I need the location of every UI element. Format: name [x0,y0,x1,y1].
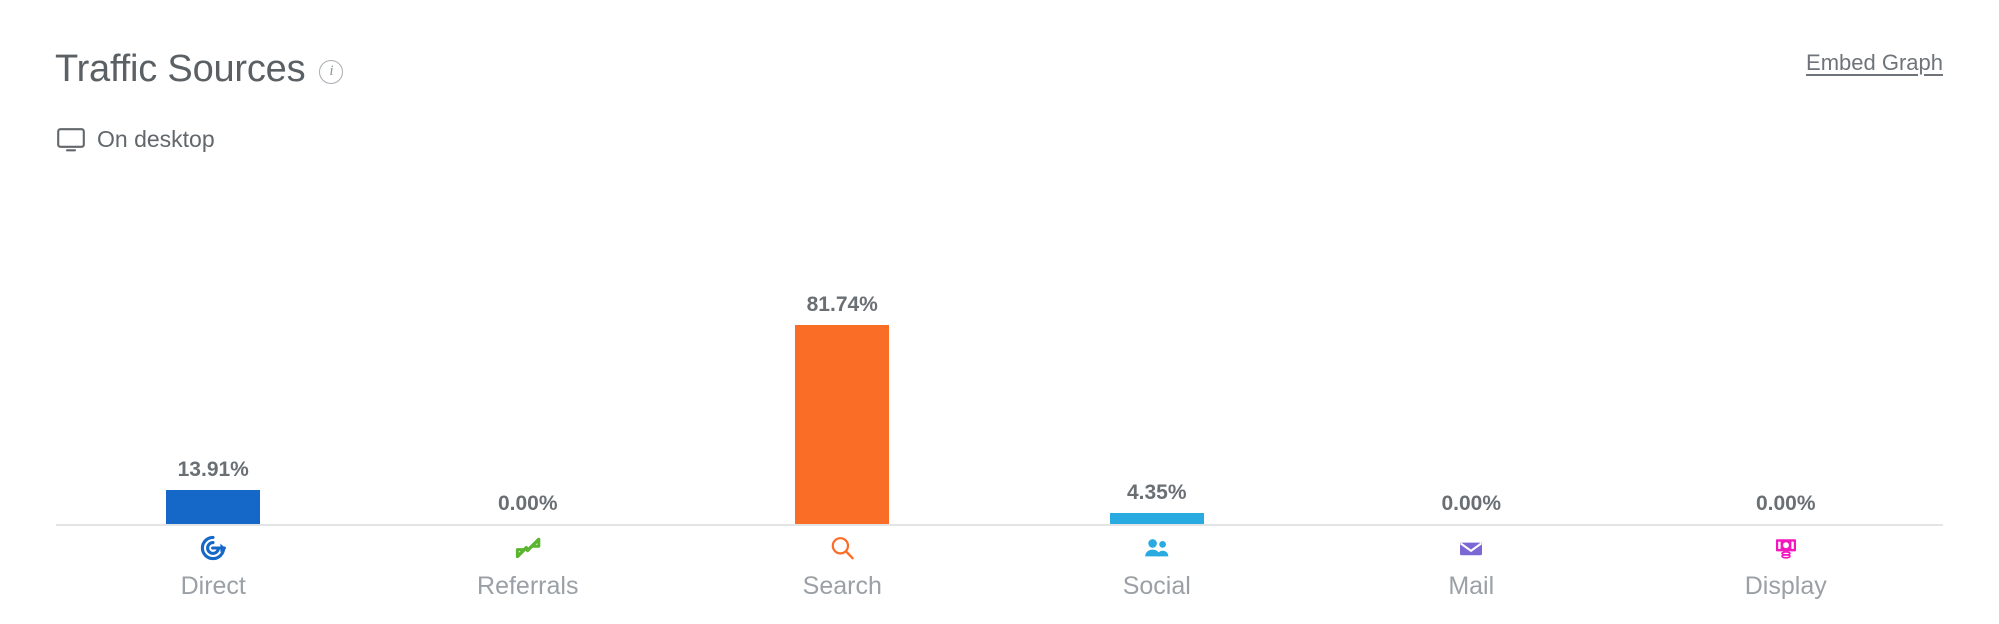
bar-value-mail: 0.00% [1441,492,1502,515]
bar-value-display: 0.00% [1755,492,1816,515]
chart-label-text-referrals: Referrals [477,572,579,600]
chart-label-social[interactable]: Social [1000,534,1315,601]
chart-label-search[interactable]: Search [685,534,1000,601]
chart-label-referrals[interactable]: Referrals [371,534,686,601]
chart-label-mail[interactable]: Mail [1314,534,1629,601]
magnifier-icon [828,534,856,562]
bar-wrap-direct: 13.91% [56,0,371,524]
bar-wrap-mail: 0.00% [1314,0,1629,524]
chart-label-display[interactable]: Display [1629,534,1944,601]
exchange-arrows-icon [514,534,542,562]
chart-label-direct[interactable]: Direct [56,534,371,601]
bar-value-referrals: 0.00% [497,492,558,515]
target-arrow-icon [199,534,227,562]
bar-direct[interactable] [166,490,261,524]
chart-column-direct: 13.91% Direct [56,0,371,624]
chart-label-text-social: Social [1122,572,1191,600]
chart-column-mail: 0.00% Mail [1314,0,1629,624]
bar-value-social: 4.35% [1126,481,1187,504]
chart-column-search: 81.74% Search [685,0,1000,624]
bar-value-direct: 13.91% [177,458,249,481]
traffic-sources-bar-chart: 13.91% Direct 0.00% Referrals 81.74% Sea… [0,0,1999,624]
bar-value-search: 81.74% [806,293,878,316]
billboard-ad-icon [1772,534,1800,562]
bar-wrap-display: 0.00% [1629,0,1944,524]
chart-column-display: 0.00% Display [1629,0,1944,624]
chart-column-social: 4.35% Social [1000,0,1315,624]
chart-label-text-search: Search [802,572,882,600]
chart-label-text-mail: Mail [1448,572,1495,600]
traffic-sources-widget: Traffic Sources i On desktop Embed Graph… [0,0,1999,624]
bar-wrap-referrals: 0.00% [371,0,686,524]
chart-label-text-direct: Direct [180,572,246,600]
bar-social[interactable] [1109,513,1204,524]
envelope-icon [1457,534,1485,562]
bar-wrap-search: 81.74% [685,0,1000,524]
chart-columns: 13.91% Direct 0.00% Referrals 81.74% Sea… [56,0,1943,624]
bar-search[interactable] [795,325,890,524]
bar-wrap-social: 4.35% [1000,0,1315,524]
people-icon [1143,534,1171,562]
chart-label-text-display: Display [1744,572,1827,600]
chart-column-referrals: 0.00% Referrals [371,0,686,624]
